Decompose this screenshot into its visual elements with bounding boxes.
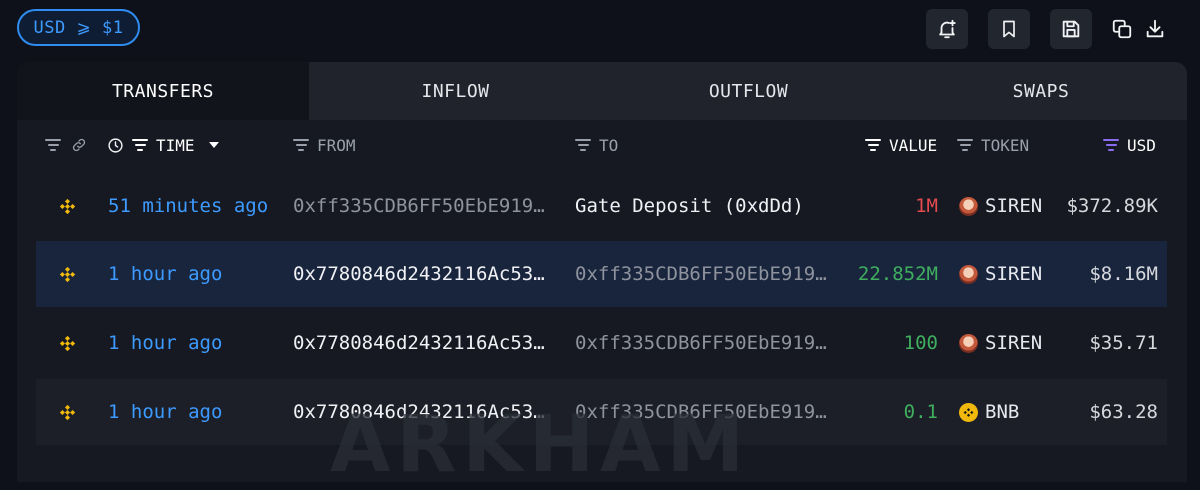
value-amount: 22.852M bbox=[857, 263, 938, 285]
filter-active-icon[interactable] bbox=[1103, 139, 1119, 151]
tab-swaps[interactable]: SWAPS bbox=[895, 62, 1187, 120]
bnb-chain-icon[interactable] bbox=[58, 265, 76, 283]
chain-cell bbox=[58, 310, 76, 376]
from-address[interactable]: 0x7780846d2432116Ac53… bbox=[293, 310, 545, 376]
usd-filter-button[interactable]: USD ⩾ $1 bbox=[17, 9, 140, 46]
link-icon[interactable] bbox=[71, 137, 87, 153]
filter-icon[interactable] bbox=[45, 139, 61, 151]
value-amount: 0.1 bbox=[903, 401, 938, 423]
usd-amount: $35.71 bbox=[1089, 332, 1158, 354]
tab-bar: TRANSFERS INFLOW OUTFLOW SWAPS bbox=[17, 62, 1187, 120]
siren-token-icon bbox=[959, 264, 978, 284]
from-address[interactable]: 0x7780846d2432116Ac53… bbox=[293, 241, 545, 307]
bell-plus-icon bbox=[939, 19, 956, 39]
save-button[interactable] bbox=[1050, 9, 1092, 49]
usd-amount: $63.28 bbox=[1089, 401, 1158, 423]
tab-transfers[interactable]: TRANSFERS bbox=[17, 62, 309, 120]
table-row[interactable]: 1 hour ago 0x7780846d2432116Ac53… 0xff33… bbox=[36, 241, 1167, 307]
bnb-chain-icon[interactable] bbox=[58, 334, 76, 352]
token-cell[interactable]: SIREN bbox=[959, 310, 1042, 376]
save-icon bbox=[1062, 20, 1080, 38]
time-link[interactable]: 1 hour ago bbox=[108, 241, 222, 307]
time-link[interactable]: 51 minutes ago bbox=[108, 173, 268, 239]
sort-desc-icon[interactable] bbox=[208, 142, 219, 148]
download-button[interactable] bbox=[1141, 15, 1169, 43]
token-cell[interactable]: SIREN bbox=[959, 241, 1042, 307]
chain-cell bbox=[58, 241, 76, 307]
from-column-header[interactable]: FROM bbox=[293, 132, 356, 158]
from-column-label: FROM bbox=[317, 135, 356, 155]
table-row[interactable]: 51 minutes ago 0xff335CDB6FF50EbE919… Ga… bbox=[36, 173, 1167, 239]
bookmark-icon bbox=[1003, 20, 1015, 38]
chain-cell bbox=[58, 379, 76, 445]
time-link[interactable]: 1 hour ago bbox=[108, 310, 222, 376]
bnb-chain-icon[interactable] bbox=[58, 403, 76, 421]
to-address[interactable]: 0xff335CDB6FF50EbE919… bbox=[575, 310, 827, 376]
bnb-chain-icon[interactable] bbox=[58, 197, 76, 215]
siren-token-icon bbox=[959, 196, 978, 216]
to-column-label: TO bbox=[599, 135, 619, 155]
token-cell[interactable]: SIREN bbox=[959, 173, 1042, 239]
token-symbol: SIREN bbox=[985, 332, 1043, 354]
filter-icon[interactable] bbox=[132, 139, 148, 151]
value-amount: 100 bbox=[903, 332, 938, 354]
to-address[interactable]: Gate Deposit (0xdDd) bbox=[575, 173, 804, 239]
chain-column-header bbox=[45, 132, 87, 158]
to-address[interactable]: 0xff335CDB6FF50EbE919… bbox=[575, 241, 827, 307]
value-column-label: VALUE bbox=[889, 135, 938, 155]
usd-column-header[interactable]: USD bbox=[1103, 132, 1156, 158]
tab-outflow[interactable]: OUTFLOW bbox=[602, 62, 895, 120]
value-column-header[interactable]: VALUE bbox=[865, 132, 937, 158]
tab-inflow[interactable]: INFLOW bbox=[309, 62, 602, 120]
filter-icon[interactable] bbox=[865, 139, 881, 151]
token-cell[interactable]: BNB bbox=[959, 379, 1019, 445]
usd-column-label: USD bbox=[1127, 135, 1156, 155]
token-column-header[interactable]: TOKEN bbox=[957, 132, 1029, 158]
time-column-header[interactable]: TIME bbox=[107, 132, 219, 158]
usd-amount: $8.16M bbox=[1089, 263, 1158, 285]
bnb-token-icon bbox=[959, 402, 978, 422]
table-row[interactable]: 1 hour ago 0x7780846d2432116Ac53… 0xff33… bbox=[36, 310, 1167, 376]
bookmark-button[interactable] bbox=[988, 9, 1030, 49]
arkham-watermark: ARKHAM bbox=[330, 400, 751, 490]
token-symbol: SIREN bbox=[985, 195, 1043, 217]
filter-icon[interactable] bbox=[293, 139, 309, 151]
token-symbol: SIREN bbox=[985, 263, 1043, 285]
copy-icon bbox=[1112, 19, 1132, 39]
usd-amount: $372.89K bbox=[1066, 195, 1158, 217]
siren-token-icon bbox=[959, 333, 978, 353]
token-symbol: BNB bbox=[985, 401, 1020, 423]
filter-icon[interactable] bbox=[575, 139, 591, 151]
token-column-label: TOKEN bbox=[981, 135, 1030, 155]
copy-button[interactable] bbox=[1108, 15, 1136, 43]
chain-cell bbox=[58, 173, 76, 239]
download-icon bbox=[1146, 19, 1164, 38]
add-alert-button[interactable] bbox=[926, 9, 968, 49]
filter-icon[interactable] bbox=[957, 139, 973, 151]
from-address[interactable]: 0xff335CDB6FF50EbE919… bbox=[293, 173, 545, 239]
to-column-header[interactable]: TO bbox=[575, 132, 618, 158]
clock-icon bbox=[108, 137, 123, 153]
time-link[interactable]: 1 hour ago bbox=[108, 379, 222, 445]
time-column-label: TIME bbox=[156, 135, 195, 155]
value-amount: 1M bbox=[915, 195, 938, 217]
